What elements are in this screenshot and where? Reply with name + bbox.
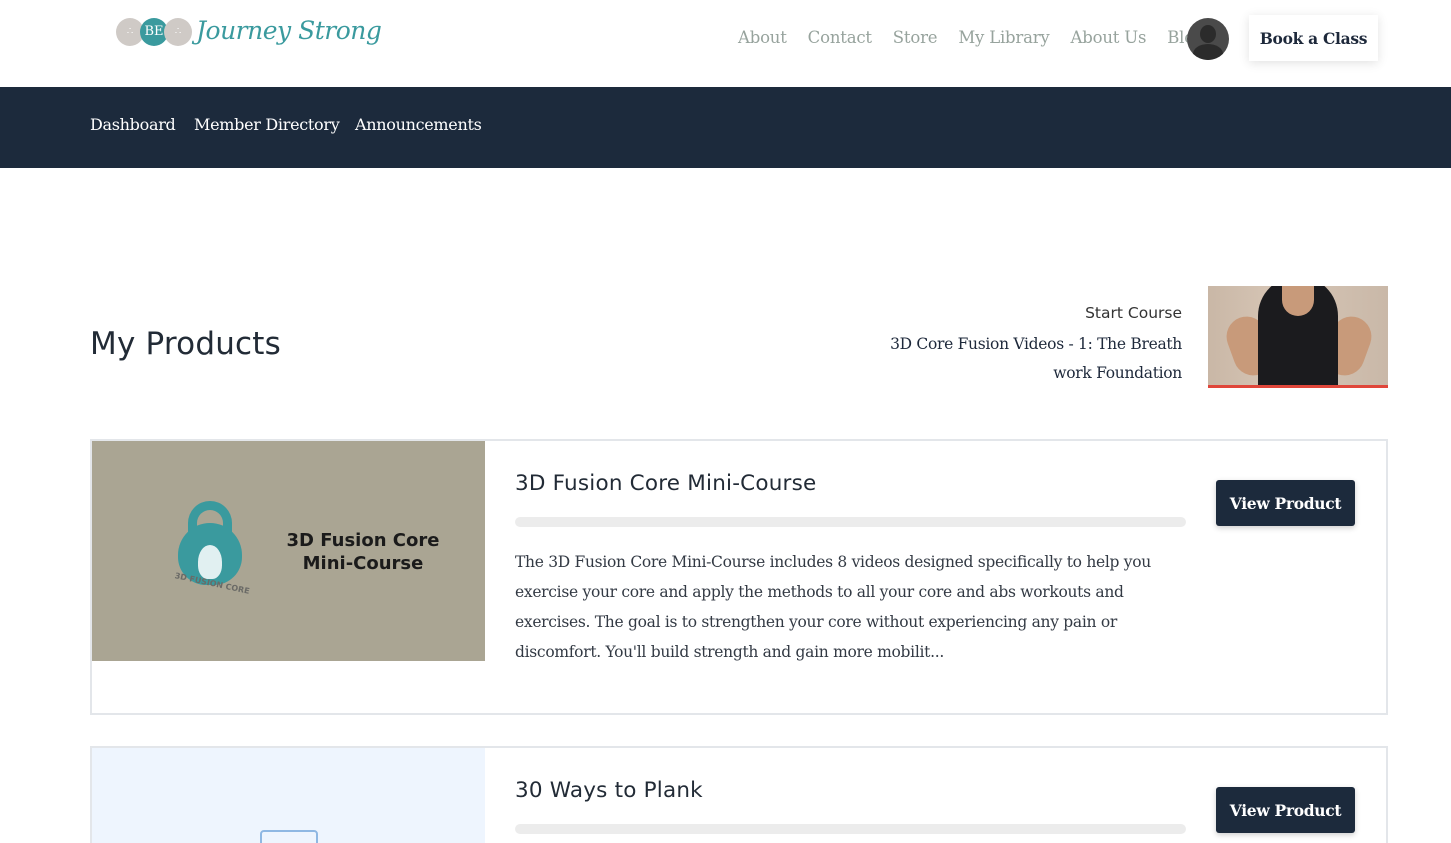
product-card: 30 Ways to Plank View Product <box>90 746 1388 843</box>
logo-circle-right: ∴ <box>164 18 192 46</box>
image-placeholder-icon <box>260 830 318 843</box>
nav-contact[interactable]: Contact <box>808 26 872 50</box>
avatar-head-shape <box>1200 25 1216 43</box>
image-title-line1: 3D Fusion Core <box>286 530 440 551</box>
product-progress-bar <box>515 517 1186 527</box>
member-nav-bar: Dashboard Member Directory Announcements <box>0 87 1451 168</box>
lesson-video-thumbnail[interactable] <box>1208 286 1388 388</box>
product-card: 3D FUSION CORE 3D Fusion Core Mini-Cours… <box>90 439 1388 715</box>
thumbnail-progress-bar <box>1208 385 1388 388</box>
flame-icon <box>198 545 222 579</box>
product-title[interactable]: 30 Ways to Plank <box>515 778 703 803</box>
nav-about[interactable]: About <box>738 26 787 50</box>
site-header: ∴ BE ∴ Journey Strong About Contact Stor… <box>0 0 1451 87</box>
page-title: My Products <box>90 326 282 362</box>
member-nav-announcements[interactable]: Announcements <box>355 115 482 134</box>
product-title[interactable]: 3D Fusion Core Mini-Course <box>515 471 816 496</box>
product-description: The 3D Fusion Core Mini-Course includes … <box>515 553 1151 661</box>
main-nav: About Contact Store My Library About Us … <box>738 26 1225 50</box>
member-nav-member-directory[interactable]: Member Directory <box>194 115 340 134</box>
book-a-class-button[interactable]: Book a Class <box>1249 15 1378 61</box>
product-image-title: 3D Fusion Core Mini-Course <box>268 529 458 575</box>
image-title-line2: Mini-Course <box>302 553 424 574</box>
product-image-placeholder[interactable] <box>92 748 485 843</box>
nav-my-library[interactable]: My Library <box>958 26 1049 50</box>
user-avatar-icon[interactable] <box>1187 18 1229 60</box>
logo-script-text: Journey Strong <box>196 16 382 45</box>
view-product-button[interactable]: View Product <box>1216 787 1355 833</box>
product-image[interactable]: 3D FUSION CORE 3D Fusion Core Mini-Cours… <box>92 441 485 661</box>
nav-about-us[interactable]: About Us <box>1071 26 1147 50</box>
product-progress-bar <box>515 824 1186 834</box>
start-course-label[interactable]: Start Course <box>862 300 1182 326</box>
member-nav-dashboard[interactable]: Dashboard <box>90 115 176 134</box>
start-course-lesson-title[interactable]: 3D Core Fusion Videos - 1: The Breath wo… <box>862 330 1182 388</box>
lesson-title-line1: 3D Core Fusion Videos - 1: The Breath <box>890 335 1182 353</box>
lesson-title-line2: work Foundation <box>1053 364 1182 382</box>
view-product-button[interactable]: View Product <box>1216 480 1355 526</box>
avatar-body-shape <box>1193 44 1223 60</box>
nav-store[interactable]: Store <box>893 26 938 50</box>
start-course-panel[interactable]: Start Course 3D Core Fusion Videos - 1: … <box>862 300 1182 388</box>
site-logo[interactable]: ∴ BE ∴ Journey Strong <box>116 12 382 58</box>
